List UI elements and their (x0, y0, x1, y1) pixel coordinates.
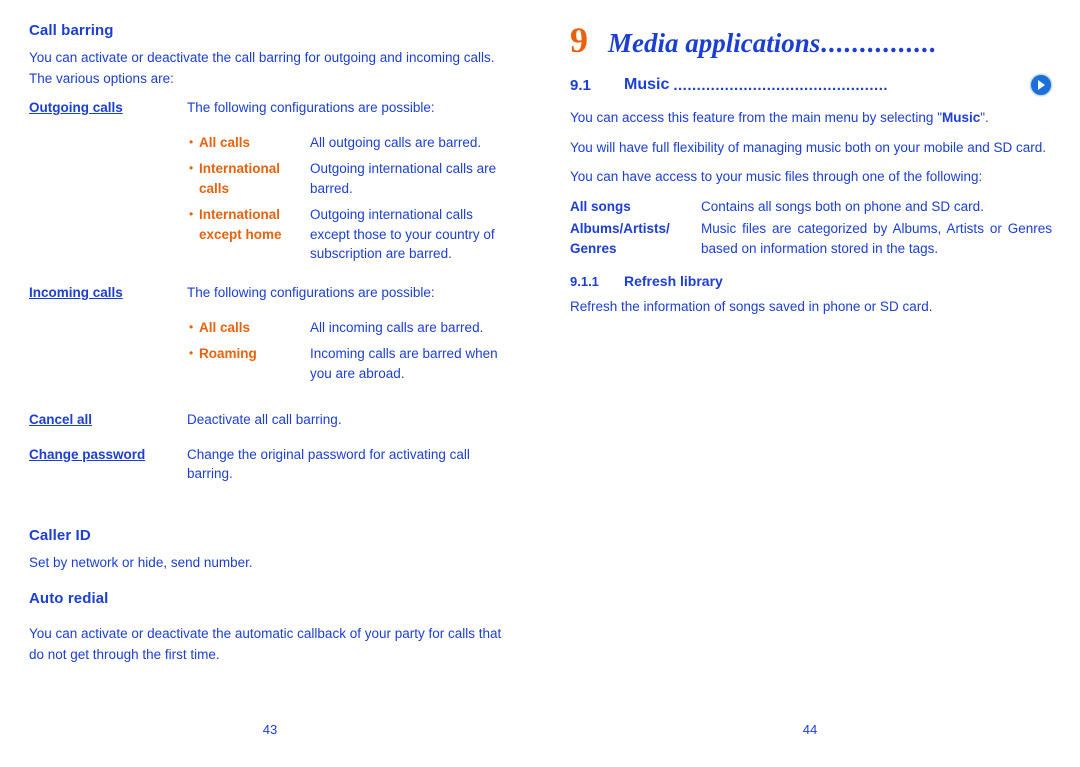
sub-desc-all-calls: All outgoing calls are barred. (310, 134, 482, 150)
desc-outgoing-calls: The following configurations are possibl… (187, 100, 435, 116)
caller-id-body: Set by network or hide, send number. (29, 554, 253, 570)
chapter-heading: 9 Media applications ............... (570, 22, 1052, 58)
music-paragraph-1-bold: Music (942, 110, 981, 125)
left-page-content: Call barring You can activate or deactiv… (29, 22, 514, 674)
definition-row-incoming-calls: Incoming calls The following configurati… (29, 283, 514, 303)
sub-desc-intl-except-home: Outgoing international calls except thos… (310, 207, 495, 262)
bullet-icon: • (189, 161, 194, 176)
sub-row-incoming-all-calls: • All calls All incoming calls are barre… (29, 318, 514, 338)
music-paragraph-3: You can have access to your music files … (570, 169, 983, 185)
chapter-number: 9 (570, 20, 588, 60)
auto-redial-body: You can activate or deactivate the autom… (29, 626, 502, 662)
term-albums-artists-genres: Albums/Artists/ Genres (570, 220, 670, 257)
sub-row-outgoing-international: • International calls Outgoing internati… (29, 159, 514, 198)
term-cancel-all: Cancel all (29, 412, 93, 428)
term-all-songs: All songs (570, 198, 631, 214)
subsection-number: 9.1.1 (570, 274, 599, 290)
left-page: Call barring You can activate or deactiv… (0, 0, 540, 767)
page-number-right: 44 (802, 722, 818, 737)
definition-row-outgoing-calls: Outgoing calls The following configurati… (29, 98, 514, 118)
bullet-icon: • (189, 319, 194, 334)
desc-all-songs: Contains all songs both on phone and SD … (701, 198, 984, 214)
section-leader-dots: ........................................… (673, 76, 889, 94)
definition-row-cancel-all: Cancel all Deactivate all call barring. (29, 410, 514, 430)
chapter-leader-dots: ............... (820, 30, 937, 57)
section-number: 9.1 (570, 76, 591, 94)
definition-row-change-password: Change password Change the original pass… (29, 445, 514, 484)
page-title-auto-redial: Auto redial (29, 590, 109, 608)
sub-term-international-calls: International calls (199, 161, 281, 196)
section-heading-music: 9.1 Music ..............................… (570, 74, 1052, 96)
subsection-title: Refresh library (624, 273, 723, 290)
subsection-heading-refresh-library: 9.1.1 Refresh library (570, 273, 1052, 289)
call-barring-intro: You can activate or deactivate the call … (29, 50, 495, 86)
play-circle-icon (1030, 74, 1052, 96)
right-page-content: 9 Media applications ............... 9.1… (570, 22, 1052, 327)
page-number-left: 43 (262, 722, 278, 737)
sub-term-roaming: Roaming (199, 346, 257, 362)
desc-cancel-all: Deactivate all call barring. (187, 412, 342, 428)
sub-desc-all-calls-incoming: All incoming calls are barred. (310, 319, 484, 335)
music-paragraph-1-pre: You can access this feature from the mai… (570, 110, 942, 125)
bullet-icon: • (189, 207, 194, 222)
sub-row-roaming: • Roaming Incoming calls are barred when… (29, 344, 514, 383)
term-incoming-calls: Incoming calls (29, 284, 123, 300)
bullet-icon: • (189, 134, 194, 149)
term-outgoing-calls: Outgoing calls (29, 100, 123, 116)
desc-change-password: Change the original password for activat… (187, 446, 470, 482)
section-title: Music (624, 76, 670, 93)
definition-row-all-songs: All songs Contains all songs both on pho… (570, 197, 1052, 217)
sub-row-outgoing-all-calls: • All calls All outgoing calls are barre… (29, 133, 514, 153)
sub-term-all-calls: All calls (199, 134, 251, 150)
sub-desc-international-calls: Outgoing international calls are barred. (310, 161, 497, 196)
page-title-call-barring: Call barring (29, 22, 114, 39)
sub-term-intl-except-home: International except home (199, 207, 282, 242)
bullet-icon: • (189, 346, 194, 361)
music-paragraph-2: You will have full flexibility of managi… (570, 139, 1047, 155)
term-change-password: Change password (29, 446, 146, 462)
right-page: 9 Media applications ............... 9.1… (540, 0, 1080, 767)
music-paragraph-1: You can access this feature from the mai… (570, 108, 1052, 129)
sub-desc-roaming: Incoming calls are barred when you are a… (310, 346, 498, 381)
music-paragraph-1-post: ". (980, 110, 989, 125)
desc-albums-artists-genres: Music files are categorized by Albums, A… (701, 220, 1052, 257)
definition-row-albums-artists-genres: Albums/Artists/ Genres Music files are c… (570, 219, 1052, 260)
sub-term-all-calls-incoming: All calls (199, 319, 251, 335)
sub-row-outgoing-intl-except-home: • International except home Outgoing int… (29, 205, 514, 264)
chapter-title: Media applications (608, 28, 821, 58)
page-title-caller-id: Caller ID (29, 526, 91, 544)
desc-incoming-calls: The following configurations are possibl… (187, 284, 435, 300)
refresh-library-body: Refresh the information of songs saved i… (570, 299, 933, 315)
